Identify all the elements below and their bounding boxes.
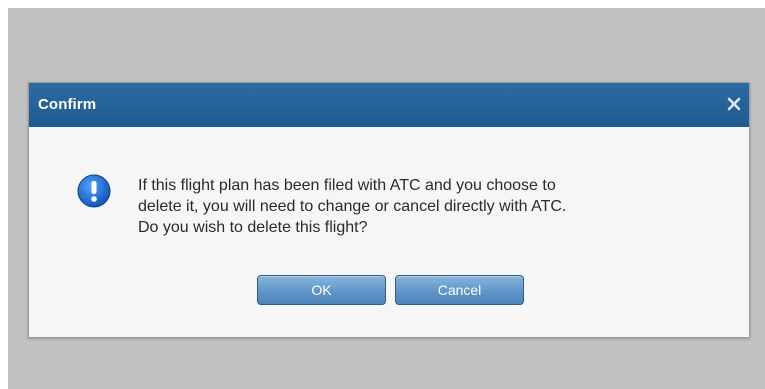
cancel-button[interactable]: Cancel (395, 275, 524, 305)
dialog-message: If this flight plan has been filed with … (138, 175, 698, 238)
dialog-titlebar: Confirm (29, 83, 749, 127)
close-icon (727, 97, 741, 111)
info-icon (77, 174, 111, 208)
dialog-title: Confirm (38, 96, 97, 113)
close-button[interactable] (725, 93, 743, 115)
message-line: Do you wish to delete this flight? (138, 219, 368, 236)
ok-button[interactable]: OK (257, 275, 386, 305)
message-line: If this flight plan has been filed with … (138, 177, 556, 194)
confirm-dialog: Confirm If this flight plan has been fil… (28, 82, 750, 338)
message-line: delete it, you will need to change or ca… (138, 198, 567, 215)
